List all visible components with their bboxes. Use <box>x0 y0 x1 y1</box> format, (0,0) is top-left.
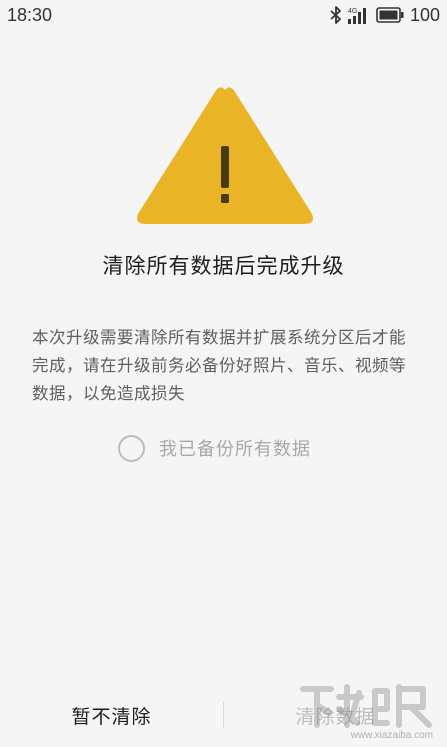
radio-circle-icon[interactable] <box>118 434 145 462</box>
clear-data-button[interactable]: 清除数据 <box>224 685 447 745</box>
cancel-button[interactable]: 暂不清除 <box>0 685 223 745</box>
status-icons: 4G 100 <box>330 5 440 26</box>
bottom-action-bar: 暂不清除 清除数据 <box>0 685 447 745</box>
network-type-label: 4G <box>348 8 357 15</box>
bluetooth-icon <box>330 6 342 24</box>
status-bar: 18:30 4G 100 <box>0 0 447 30</box>
backup-confirm-checkbox[interactable]: 我已备份所有数据 <box>118 432 311 464</box>
page-title: 清除所有数据后完成升级 <box>102 254 345 278</box>
description-text: 本次升级需要清除所有数据并扩展系统分区后才能完成，请在升级前务必备份好照片、音乐… <box>32 328 406 403</box>
backup-confirm-label: 我已备份所有数据 <box>159 439 311 460</box>
signal-icon: 4G <box>347 6 370 24</box>
status-time: 18:30 <box>7 4 53 25</box>
battery-percentage: 100 <box>409 4 440 25</box>
battery-icon <box>376 7 404 23</box>
warning-triangle-icon <box>134 84 316 228</box>
